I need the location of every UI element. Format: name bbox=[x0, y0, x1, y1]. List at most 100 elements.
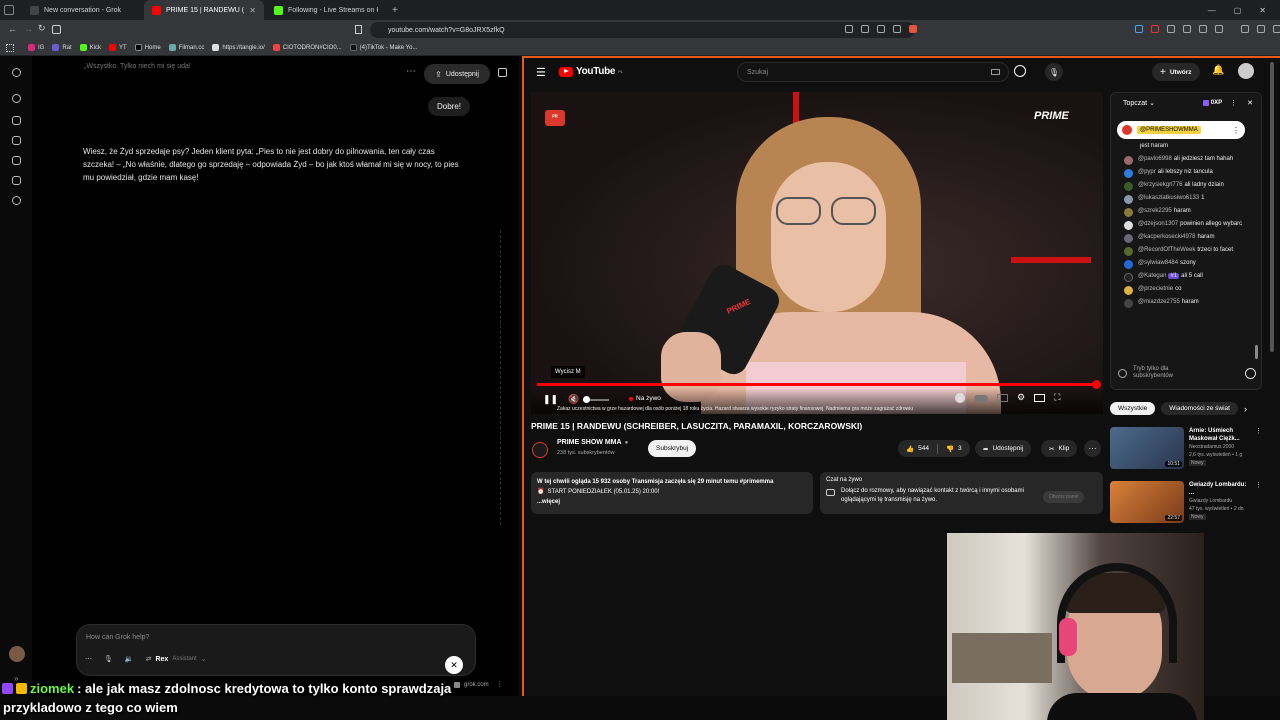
minimize-icon[interactable]: — bbox=[1208, 6, 1216, 15]
tab-kick[interactable]: Following - Live Streams on Kick bbox=[266, 0, 386, 20]
miniplayer-icon[interactable] bbox=[1034, 394, 1046, 402]
video-thumbnail[interactable]: 22:57 bbox=[1110, 481, 1184, 523]
chat-scrollbar[interactable] bbox=[1255, 345, 1258, 359]
chat-mode-selector[interactable]: Topczat bbox=[1123, 100, 1147, 107]
bookmark-ciotodron[interactable]: CIOTODRON#CIO0... bbox=[272, 44, 342, 51]
cast-icon[interactable] bbox=[861, 25, 869, 33]
bell-icon[interactable]: 🔔 bbox=[1212, 65, 1224, 76]
microphone-icon[interactable]: 🎙 bbox=[104, 655, 113, 663]
new-tab-icon[interactable]: + bbox=[392, 5, 398, 16]
close-voice-button[interactable]: ✕ bbox=[445, 656, 463, 674]
more-options-icon[interactable]: ⋯ bbox=[406, 66, 416, 77]
model-selector[interactable]: ⇄ Rex Assistant ⌄ bbox=[146, 655, 207, 664]
settings-icon[interactable]: ⚙ bbox=[1017, 392, 1025, 403]
extension-icon[interactable] bbox=[1199, 25, 1207, 33]
description-box[interactable]: W tej chwili ogląda 15 932 osoby Transmi… bbox=[531, 472, 813, 514]
forward-icon[interactable]: → bbox=[24, 24, 33, 34]
pause-icon[interactable]: ❚❚ bbox=[543, 394, 558, 405]
subscribe-button[interactable]: Subskrybuj bbox=[648, 440, 697, 457]
bookmark-tiktok[interactable]: (4)TikTok - Make Yo... bbox=[349, 44, 417, 51]
share-button[interactable]: ➦ Udostępnij bbox=[975, 440, 1032, 457]
close-chat-icon[interactable]: ✕ bbox=[1247, 99, 1253, 107]
extension-icon[interactable] bbox=[1215, 25, 1223, 33]
new-chat-icon[interactable] bbox=[498, 68, 507, 77]
extension-icon[interactable] bbox=[1167, 25, 1175, 33]
clip-button[interactable]: ✂ Klip bbox=[1041, 440, 1078, 457]
edit-icon[interactable] bbox=[12, 116, 21, 125]
back-icon[interactable]: ← bbox=[8, 24, 17, 34]
folder-icon[interactable] bbox=[12, 176, 21, 185]
bookmark-ig[interactable]: IG bbox=[28, 44, 44, 51]
extension-icon[interactable] bbox=[1135, 25, 1143, 33]
sidebar-toggle-icon[interactable] bbox=[52, 25, 61, 34]
channel-name[interactable]: PRIME SHOW MMA ● bbox=[557, 439, 628, 446]
blocked-icon[interactable] bbox=[845, 25, 853, 33]
create-button[interactable]: + Utwórz bbox=[1152, 63, 1200, 81]
search-icon[interactable] bbox=[1014, 65, 1026, 77]
autoplay-icon[interactable] bbox=[955, 392, 965, 403]
more-actions-button[interactable]: ⋯ bbox=[1084, 440, 1101, 457]
maximize-icon[interactable]: ▢ bbox=[1234, 6, 1242, 15]
heart-icon[interactable] bbox=[1245, 367, 1256, 379]
bookmark-rat[interactable]: Rat bbox=[52, 44, 72, 51]
account-avatar[interactable] bbox=[1238, 63, 1254, 79]
wallet-icon[interactable] bbox=[1273, 25, 1280, 33]
open-panel-button[interactable]: Otwórz panel bbox=[1043, 491, 1085, 503]
pinned-more-icon[interactable]: ⋮ bbox=[1232, 126, 1240, 135]
music-icon[interactable] bbox=[1257, 25, 1265, 33]
tab-youtube[interactable]: PRIME 15 | RANDEWU (SCHR ✕ bbox=[144, 0, 264, 20]
description-more-link[interactable]: ...więcej bbox=[537, 497, 807, 507]
bookmark-filman[interactable]: Filman.cc bbox=[168, 44, 204, 51]
recommendation-item[interactable]: 22:57 Gwiazdy Lombardu: ... Gwiazdy Lomb… bbox=[1110, 481, 1262, 523]
reload-icon[interactable]: ↻ bbox=[38, 23, 46, 34]
video-player[interactable]: PRIME ᴾᴿ PRIME Wycisz M ❚❚ 🔇 Na żywo ⚙ ⛶… bbox=[531, 92, 1103, 414]
fullscreen-icon[interactable]: ⛶ bbox=[1054, 392, 1060, 403]
youtube-logo[interactable]: YouTube PL bbox=[559, 66, 623, 77]
keyboard-icon[interactable] bbox=[991, 69, 1000, 75]
hamburger-menu-icon[interactable]: ☰ bbox=[536, 66, 546, 79]
tab-all[interactable]: Wszystkie bbox=[1110, 402, 1156, 415]
brave-shield-icon[interactable] bbox=[909, 25, 917, 33]
channel-avatar[interactable] bbox=[532, 442, 548, 458]
star-icon[interactable] bbox=[893, 25, 901, 33]
extension-icon[interactable] bbox=[1151, 25, 1159, 33]
volume-knob[interactable] bbox=[583, 396, 590, 403]
grok-composer[interactable]: How can Grok help? ⋯ 🎙 🔉 ⇄ Rex Assistant… bbox=[76, 624, 476, 676]
tab-grok[interactable]: New conversation - Grok bbox=[22, 0, 142, 20]
bookmark-icon[interactable] bbox=[355, 25, 362, 34]
video-more-icon[interactable]: ⋮ bbox=[1255, 427, 1262, 435]
subtitles-icon[interactable] bbox=[997, 394, 1008, 402]
points-badge[interactable]: 0XP bbox=[1202, 100, 1222, 106]
voice-icon[interactable] bbox=[12, 136, 21, 145]
bookmark-home[interactable]: Home bbox=[134, 44, 161, 51]
image-icon[interactable] bbox=[12, 156, 21, 165]
like-button[interactable]: 👍 544 bbox=[906, 445, 929, 453]
download-icon[interactable] bbox=[1241, 25, 1249, 33]
history-icon[interactable] bbox=[12, 196, 21, 205]
search-bar[interactable]: Szukaj bbox=[737, 62, 1009, 82]
video-title[interactable]: Gwiazdy Lombardu: ... bbox=[1189, 481, 1250, 497]
bookmark-yt[interactable]: YT bbox=[109, 44, 127, 51]
tab-news[interactable]: Wiadomości ze świat bbox=[1161, 402, 1238, 415]
progress-bar[interactable] bbox=[537, 383, 1097, 386]
share-button[interactable]: ⇪ Udostępnij bbox=[424, 64, 490, 84]
close-tab-icon[interactable]: ✕ bbox=[249, 6, 256, 15]
recommendation-item[interactable]: 10:51 Arnie: Uśmiech Maskował Ciężk... N… bbox=[1110, 427, 1262, 469]
chevron-right-icon[interactable]: › bbox=[1244, 404, 1247, 414]
bookmark-kick[interactable]: Kick bbox=[79, 44, 101, 51]
toggle-icon[interactable] bbox=[974, 395, 988, 402]
address-bar[interactable]: youtube.com/watch?v=G8oJRX5zfkQ bbox=[370, 22, 915, 38]
video-more-icon[interactable]: ⋮ bbox=[1255, 481, 1262, 489]
voice-search-button[interactable]: 🎙 bbox=[1045, 63, 1063, 81]
search-icon[interactable] bbox=[12, 94, 21, 103]
apps-icon[interactable] bbox=[6, 43, 14, 52]
attach-icon[interactable]: ⋯ bbox=[85, 655, 92, 663]
composer-input[interactable]: How can Grok help? bbox=[86, 634, 149, 641]
dislike-button[interactable]: 👎 3 bbox=[946, 445, 962, 453]
search-input[interactable]: Szukaj bbox=[747, 69, 768, 76]
pinned-message[interactable]: @PRIMESHOWMMA ⋮ bbox=[1117, 121, 1245, 139]
browser-menu-icon[interactable] bbox=[4, 5, 14, 15]
video-thumbnail[interactable]: 10:51 bbox=[1110, 427, 1184, 469]
bookmark-tangle[interactable]: https://tangle.io/ bbox=[212, 44, 265, 51]
grok-logo-icon[interactable] bbox=[12, 68, 21, 77]
